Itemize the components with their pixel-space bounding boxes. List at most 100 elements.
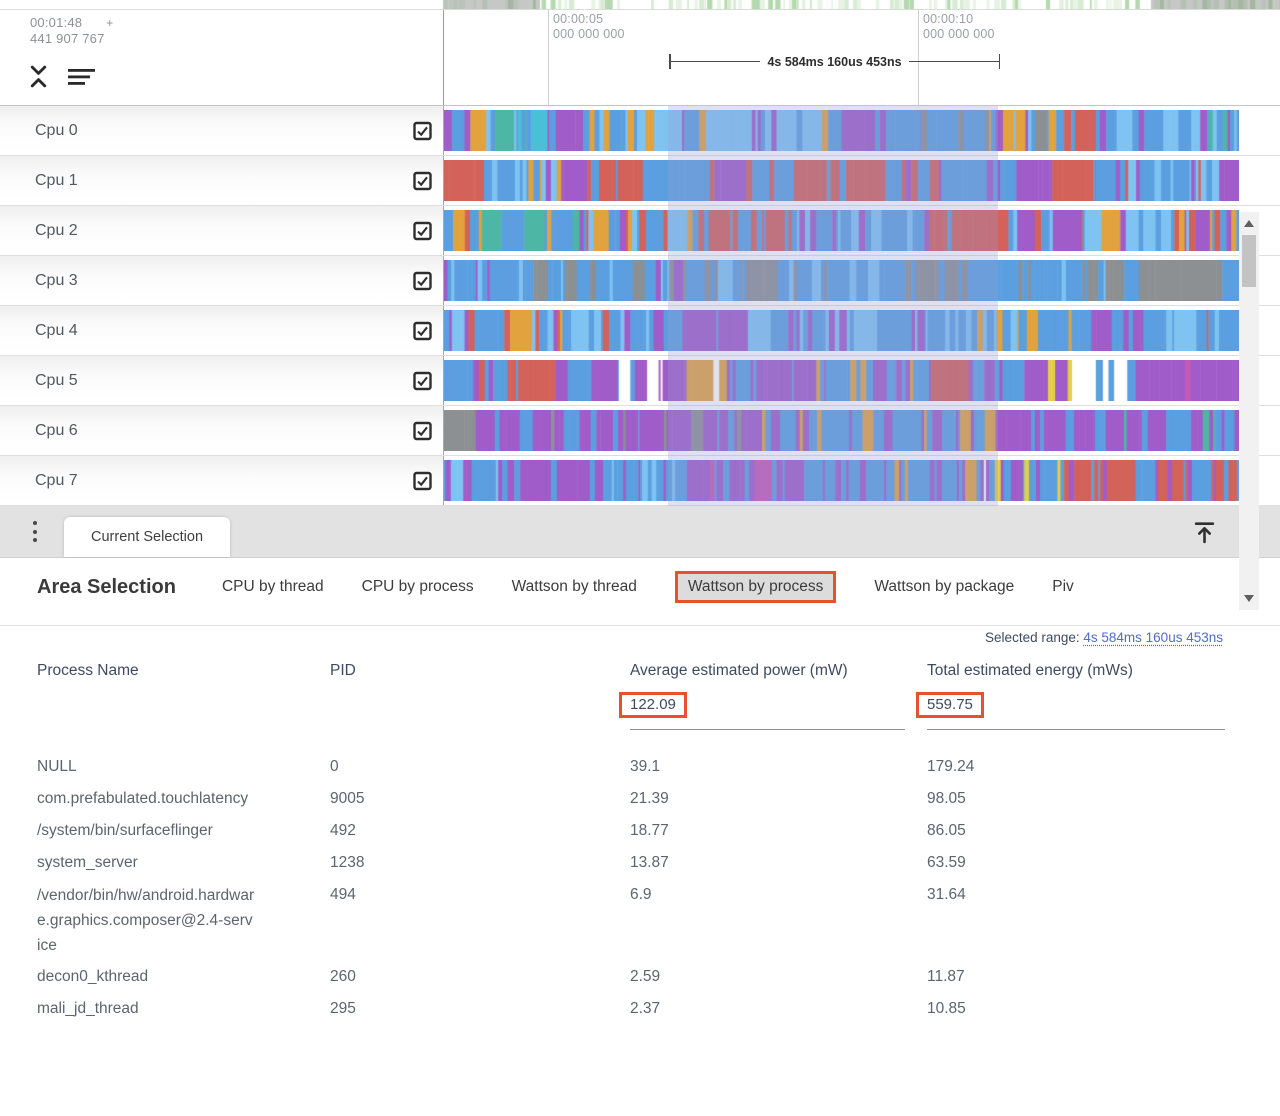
cell-total-energy: 98.05 — [927, 783, 1227, 815]
track-timeline-area[interactable] — [443, 156, 1280, 205]
scroll-down-arrow[interactable] — [1244, 595, 1254, 602]
panel-tab-cpu-by-process[interactable]: CPU by process — [362, 578, 474, 596]
cell-process-name: decon0_kthread — [37, 961, 330, 993]
track-timeline-area[interactable] — [443, 456, 1280, 505]
cursor-nanoseconds: 441 907 767 — [30, 31, 113, 47]
track-timeline-area[interactable] — [443, 206, 1280, 255]
table-row[interactable]: /vendor/bin/hw/android.hardware.graphics… — [0, 879, 1227, 961]
track-label: Cpu 1 — [35, 172, 78, 190]
track-slices-canvas[interactable] — [444, 210, 1239, 251]
track-shell[interactable]: Cpu 0 — [0, 106, 443, 155]
selected-range: Selected range: 4s 584ms 160us 453ns — [985, 630, 1223, 645]
scroll-thumb[interactable] — [1242, 235, 1256, 287]
table-header-row: Process Name PID Average estimated power… — [0, 652, 1227, 686]
panel-tab-wattson-by-thread[interactable]: Wattson by thread — [512, 578, 637, 596]
ruler-tick-label: 00:00:10000 000 000 — [918, 12, 995, 42]
total-power-value: 122.09 — [630, 696, 676, 713]
track-shell[interactable]: Cpu 4 — [0, 306, 443, 355]
cell-total-energy: 31.64 — [927, 879, 1227, 911]
track-timeline-area[interactable] — [443, 256, 1280, 305]
track-checkbox[interactable] — [413, 271, 432, 290]
table-row[interactable]: decon0_kthread2602.5911.87 — [0, 961, 1227, 993]
cursor-time: 00:01:48 — [30, 15, 82, 30]
selected-range-value[interactable]: 4s 584ms 160us 453ns — [1083, 630, 1223, 645]
ruler-tick-label: 00:00:05000 000 000 — [548, 12, 625, 42]
panel-tab-wattson-by-package[interactable]: Wattson by package — [874, 578, 1014, 596]
track-timeline-area[interactable] — [443, 356, 1280, 405]
track-checkbox[interactable] — [413, 171, 432, 190]
track-slices-canvas[interactable] — [444, 360, 1239, 401]
track-slices-canvas[interactable] — [444, 310, 1239, 351]
cpu-track-row: Cpu 0 — [0, 106, 1280, 156]
sort-tracks-icon[interactable] — [67, 66, 97, 88]
track-checkbox[interactable] — [413, 421, 432, 440]
track-checkbox[interactable] — [413, 121, 432, 140]
perfetto-trace-viewer: 00:01:48+ 441 907 767 00:00:05000 000 00… — [0, 0, 1280, 1116]
time-ruler[interactable]: 00:00:05000 000 000 00:00:10000 000 000 4… — [443, 10, 1280, 105]
tab-current-selection[interactable]: Current Selection — [64, 517, 230, 557]
selection-duration-label: 4s 584ms 160us 453ns — [760, 55, 908, 69]
cell-process-name: com.prefabulated.touchlatency — [37, 783, 330, 815]
track-slices-canvas[interactable] — [444, 460, 1239, 501]
track-checkbox[interactable] — [413, 221, 432, 240]
cell-process-name: /vendor/bin/hw/android.hardware.graphics… — [37, 879, 256, 961]
table-row[interactable]: NULL039.1179.24 — [0, 751, 1227, 783]
track-checkbox[interactable] — [413, 371, 432, 390]
tab-menu-kebab-icon[interactable] — [33, 521, 37, 547]
track-timeline-area[interactable] — [443, 306, 1280, 355]
table-row[interactable]: system_server123813.8763.59 — [0, 847, 1227, 879]
track-checkbox[interactable] — [413, 471, 432, 490]
table-row[interactable]: com.prefabulated.touchlatency900521.3998… — [0, 783, 1227, 815]
table-row[interactable]: /system/bin/surfaceflinger49218.7786.05 — [0, 815, 1227, 847]
track-shell[interactable]: Cpu 6 — [0, 406, 443, 455]
track-slices-canvas[interactable] — [444, 260, 1239, 301]
cell-avg-power: 21.39 — [630, 783, 927, 815]
track-shell[interactable]: Cpu 2 — [0, 206, 443, 255]
dock-to-top-icon[interactable] — [1192, 520, 1217, 545]
cpu-track-row: Cpu 4 — [0, 306, 1280, 356]
track-label: Cpu 4 — [35, 322, 78, 340]
panel-header: Area Selection CPU by threadCPU by proce… — [37, 571, 1252, 603]
track-slices-canvas[interactable] — [444, 110, 1239, 151]
scroll-up-arrow[interactable] — [1244, 220, 1254, 227]
track-checkbox[interactable] — [413, 321, 432, 340]
cell-avg-power: 6.9 — [630, 879, 927, 911]
track-label: Cpu 7 — [35, 472, 78, 490]
track-shell[interactable]: Cpu 5 — [0, 356, 443, 405]
header-icons — [28, 64, 97, 89]
collapse-tracks-icon[interactable] — [28, 64, 49, 89]
cpu-track-row: Cpu 6 — [0, 406, 1280, 456]
cpu-track-row: Cpu 7 — [0, 456, 1280, 506]
track-shell[interactable]: Cpu 7 — [0, 456, 443, 505]
panel-tab-piv[interactable]: Piv — [1052, 578, 1074, 596]
track-slices-canvas[interactable] — [444, 410, 1239, 451]
track-label: Cpu 5 — [35, 372, 78, 390]
divider — [0, 625, 1280, 626]
selected-range-label: Selected range: — [985, 630, 1080, 645]
track-shell[interactable]: Cpu 1 — [0, 156, 443, 205]
cell-total-energy: 11.87 — [927, 961, 1227, 993]
cell-pid: 492 — [330, 815, 630, 847]
panel-tab-wattson-by-process[interactable]: Wattson by process — [675, 571, 837, 603]
table-row[interactable]: mali_jd_thread2952.3710.85 — [0, 993, 1227, 1025]
trace-overview-minimap[interactable] — [0, 0, 1280, 10]
track-timeline-area[interactable] — [443, 406, 1280, 455]
col-header-pid: PID — [330, 652, 630, 686]
total-power-highlight: 122.09 — [619, 692, 687, 718]
cpu-track-row: Cpu 3 — [0, 256, 1280, 306]
track-slices-canvas[interactable] — [444, 160, 1239, 201]
total-energy-value: 559.75 — [927, 696, 973, 713]
track-label: Cpu 3 — [35, 272, 78, 290]
bracket-right-tick — [999, 54, 1001, 69]
selection-detail-panel: Area Selection CPU by threadCPU by proce… — [0, 558, 1280, 1116]
track-shell[interactable]: Cpu 3 — [0, 256, 443, 305]
cell-pid: 295 — [330, 993, 630, 1025]
cpu-track-rows: Cpu 0 Cpu 1 Cpu 2 Cpu 3 Cpu 4 Cpu 5 Cpu 6 Cpu 7 — [0, 106, 1280, 506]
track-timeline-area[interactable] — [443, 106, 1280, 155]
cell-process-name: system_server — [37, 847, 330, 879]
cell-pid: 1238 — [330, 847, 630, 879]
cell-process-name: mali_jd_thread — [37, 993, 330, 1025]
col-header-process-name: Process Name — [37, 652, 330, 686]
tracks-scrollbar[interactable] — [1239, 212, 1259, 610]
panel-tab-cpu-by-thread[interactable]: CPU by thread — [222, 578, 324, 596]
